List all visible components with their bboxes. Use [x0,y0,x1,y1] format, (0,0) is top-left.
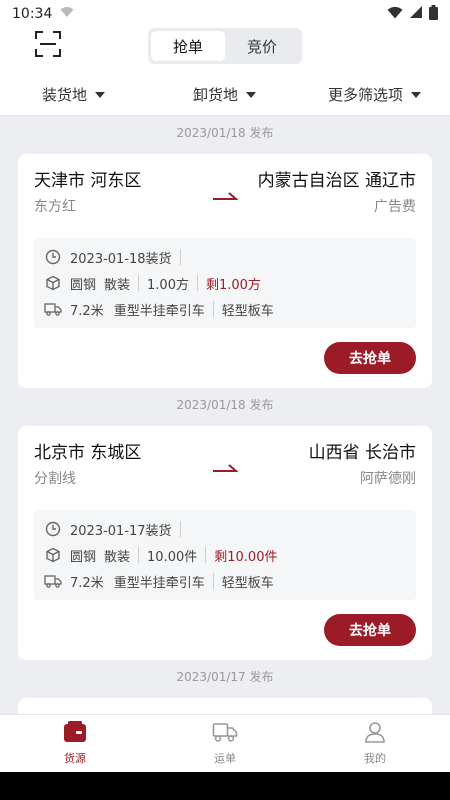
wifi-icon [387,6,403,23]
cargo-amount: 1.00方 [147,277,189,293]
load-date: 2023-01-18装货 [70,251,172,267]
top-header: 抢单 竞价 [0,28,450,72]
vehicle-length: 7.2米 [70,575,104,591]
truck-type: 重型半挂牵引车 [113,303,205,319]
mode-switch: 抢单 竞价 [148,28,302,64]
cargo-card[interactable]: 北京市 东城区 分割线 山西省 长治市 阿萨德刚 2023-01-17装货 圆钢… [18,426,432,660]
tab-mine[interactable]: 我的 [300,715,450,772]
box-icon [44,546,62,564]
origin-detail: 分割线 [34,471,76,487]
vehicle-row: 7.2米 重型半挂牵引车 轻型板车 [44,568,406,594]
status-bar: 10:34 [0,0,450,28]
remaining-amount: 剩10.00件 [214,549,278,565]
divider [179,521,181,537]
grab-order-button[interactable]: 去抢单 [324,342,416,374]
cargo-row: 圆钢 散装 1.00方 剩1.00方 [44,270,406,296]
cargo-name: 圆钢 [70,549,97,565]
route-arrow-icon [213,192,238,200]
destination-city: 内蒙古自治区 通辽市 [257,171,416,191]
packing-type: 散装 [104,549,131,565]
filter-label: 卸货地 [193,86,239,104]
clock-icon [44,248,62,266]
filter-label: 更多筛选项 [328,86,404,104]
battery-icon [429,4,438,24]
system-nav-bar [0,772,450,800]
load-date-row: 2023-01-18装货 [44,244,406,270]
divider [138,275,140,291]
status-time: 10:34 [12,6,53,22]
packing-type: 散装 [104,277,131,293]
route-arrow-icon [213,464,238,472]
publish-date: 2023/01/18 发布 [176,126,274,140]
filter-loading-place[interactable]: 装货地 [42,84,106,105]
cargo-amount: 10.00件 [147,549,198,565]
cargo-name: 圆钢 [70,277,97,293]
divider [138,547,140,563]
user-icon [364,721,386,746]
tab-bid[interactable]: 竞价 [225,31,299,61]
route: 北京市 东城区 分割线 山西省 长治市 阿萨德刚 [34,438,416,498]
divider [205,547,207,563]
filter-label: 装货地 [42,86,88,104]
destination-detail: 广告费 [374,199,416,215]
cargo-row: 圆钢 散装 10.00件 剩10.00件 [44,542,406,568]
bottom-tab-bar: 货源 运单 我的 [0,714,450,772]
caret-down-icon [95,91,106,98]
divider [196,275,198,291]
tab-waybill[interactable]: 运单 [150,715,300,772]
caret-down-icon [411,91,422,98]
grab-order-button[interactable]: 去抢单 [324,614,416,646]
wifi-off-icon [60,6,74,22]
tab-cargo-source[interactable]: 货源 [0,715,150,772]
cargo-info: 2023-01-18装货 圆钢 散装 1.00方 剩1.00方 7.2米 重型半… [34,238,416,328]
scan-button[interactable] [34,31,62,61]
load-date-row: 2023-01-17装货 [44,516,406,542]
destination-city: 山西省 长治市 [308,443,416,463]
box-icon [44,274,62,292]
cargo-info: 2023-01-17装货 圆钢 散装 10.00件 剩10.00件 7.2米 重… [34,510,416,600]
publish-date: 2023/01/17 发布 [176,670,274,684]
publish-date: 2023/01/18 发布 [176,398,274,412]
body-type: 轻型板车 [221,575,274,591]
filter-bar: 装货地 卸货地 更多筛选项 [0,72,450,116]
body-type: 轻型板车 [221,303,274,319]
truck-type: 重型半挂牵引车 [113,575,205,591]
tab-label: 我的 [364,752,386,765]
cargo-card[interactable]: 天津市 河东区 东方红 内蒙古自治区 通辽市 广告费 2023-01-18装货 … [18,154,432,388]
load-date: 2023-01-17装货 [70,523,172,539]
divider [179,249,181,265]
scan-icon [35,31,61,61]
vehicle-length: 7.2米 [70,303,104,319]
origin-detail: 东方红 [34,199,76,215]
tab-grab[interactable]: 抢单 [151,31,225,61]
tab-label: 运单 [214,752,236,765]
vehicle-row: 7.2米 重型半挂牵引车 轻型板车 [44,296,406,322]
filter-more-options[interactable]: 更多筛选项 [328,84,422,105]
remaining-amount: 剩1.00方 [205,277,261,293]
signal-icon [409,5,423,23]
truck-small-icon [44,300,62,318]
origin-city: 天津市 河东区 [34,171,142,191]
filter-unloading-place[interactable]: 卸货地 [193,84,257,105]
tab-label: 货源 [64,752,86,765]
divider [212,301,214,317]
clock-icon [44,520,62,538]
destination-detail: 阿萨德刚 [360,471,416,487]
route: 天津市 河东区 东方红 内蒙古自治区 通辽市 广告费 [34,166,416,226]
truck-small-icon [44,572,62,590]
divider [212,573,214,589]
cargo-icon [63,721,87,746]
truck-icon [212,721,238,746]
caret-down-icon [246,91,257,98]
origin-city: 北京市 东城区 [34,443,142,463]
